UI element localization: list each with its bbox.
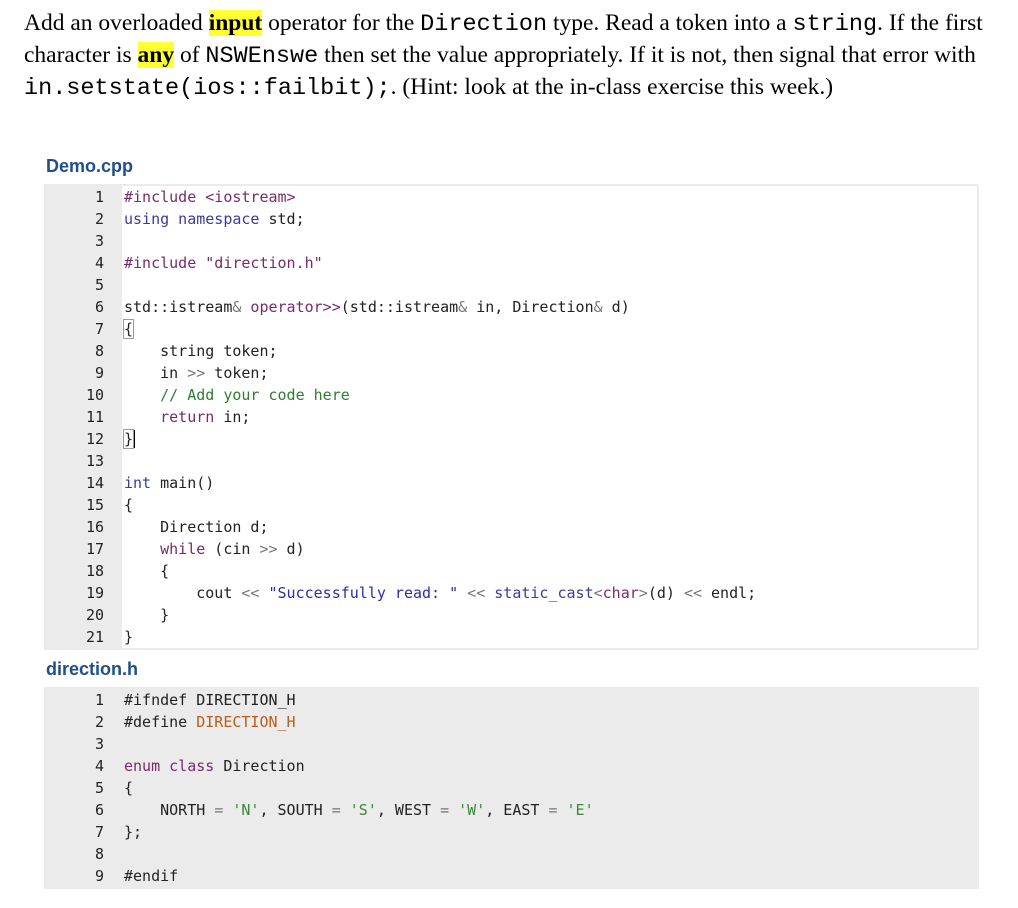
code-line: in >> token;	[124, 364, 269, 382]
line-number: 9	[94, 867, 104, 885]
line-number: 2	[94, 713, 104, 731]
line-number: 6	[94, 298, 104, 316]
line-number: 8	[94, 342, 104, 360]
line-number: 4	[94, 254, 104, 272]
code-line: #ifndef DIRECTION_H	[124, 691, 296, 709]
code-line: // Add your code here	[124, 386, 350, 404]
code-line: }	[124, 628, 134, 646]
line-number: 1	[94, 691, 104, 709]
highlight-any: any	[137, 42, 175, 68]
line-number: 6	[94, 801, 104, 819]
line-number: 5	[94, 779, 104, 797]
code-line: {	[122, 319, 135, 339]
demo-code-editor[interactable]: 1 2 3 4 5 6 7 8 9 10 11 12 13 14 15 16 17 18 19 20 21 #inclu…	[44, 184, 979, 650]
code-line: #endif	[124, 867, 179, 885]
code-line: std::istream& operator>>(std::istream& i…	[124, 298, 630, 316]
line-number: 8	[94, 845, 104, 863]
code-line: NORTH = 'N', SOUTH = 'S', WEST = 'W', EA…	[124, 801, 594, 819]
text-cursor	[134, 430, 136, 448]
line-number: 15	[85, 496, 104, 514]
code-line: {	[124, 779, 134, 797]
instr-text: then set the value appropriately. If it …	[318, 42, 976, 68]
code-line: {	[124, 562, 170, 580]
code-chars: NSWEnswe	[205, 43, 319, 70]
code-line: {	[124, 496, 134, 514]
code-line: using namespace std;	[124, 210, 305, 228]
line-number: 3	[94, 232, 104, 250]
line-number: 21	[85, 628, 104, 646]
instr-text: Add an overloaded	[24, 10, 209, 36]
code-line: enum class Direction	[124, 757, 305, 775]
line-number: 9	[94, 364, 104, 382]
code-line: #include <iostream>	[124, 188, 296, 206]
code-line: string token;	[124, 342, 278, 360]
demo-file-title: Demo.cpp	[46, 156, 134, 176]
line-number: 16	[85, 518, 104, 536]
code-direction: Direction	[420, 11, 548, 38]
header-file-title: direction.h	[46, 659, 139, 679]
line-number: 11	[85, 408, 104, 426]
line-number: 13	[85, 452, 104, 470]
instr-text: type. Read a token into a	[547, 10, 793, 36]
instr-text: . (Hint: look at the in-class exercise t…	[390, 74, 834, 100]
line-number: 3	[94, 735, 104, 753]
instructions-text: Add an overloaded input operator for the…	[24, 8, 999, 104]
line-number: 19	[85, 584, 104, 602]
line-number: 10	[85, 386, 104, 404]
code-string: string	[792, 11, 878, 38]
line-number: 5	[94, 276, 104, 294]
highlight-input: input	[208, 10, 263, 36]
code-line: Direction d;	[124, 518, 269, 536]
code-line: cout << "Successfully read: " << static_…	[124, 584, 757, 602]
code-line: #define DIRECTION_H	[124, 713, 296, 731]
code-line: while (cin >> d)	[124, 540, 305, 558]
line-number: 20	[85, 606, 104, 624]
line-number: 1	[94, 188, 104, 206]
line-number: 7	[94, 320, 104, 338]
code-line: int main()	[124, 474, 215, 492]
line-number: 2	[94, 210, 104, 228]
line-number: 7	[94, 823, 104, 841]
code-line: return in;	[124, 408, 251, 426]
code-line: }	[122, 429, 136, 449]
code-line: #include "direction.h"	[124, 254, 323, 272]
code-setstate: in.setstate(ios::failbit);	[24, 75, 391, 102]
line-number: 14	[85, 474, 104, 492]
header-code-editor[interactable]: 1 2 3 4 5 6 7 8 9 #ifndef DIRECTION_H #define DI…	[44, 687, 979, 889]
instr-text: of	[174, 42, 206, 68]
line-number: 12	[85, 430, 104, 448]
line-number: 18	[85, 562, 104, 580]
line-number: 4	[94, 757, 104, 775]
instr-text: operator for the	[262, 10, 421, 36]
code-line: }	[124, 606, 170, 624]
code-line: };	[124, 823, 143, 841]
line-number: 17	[85, 540, 104, 558]
